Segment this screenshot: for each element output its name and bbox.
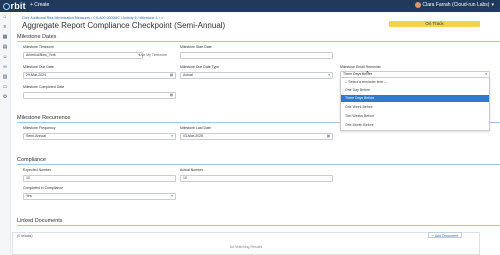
mouse-cursor-icon: ↖ [366,70,371,76]
start-date-label: Milestone Start Date [180,45,212,49]
calendar-icon[interactable]: ▦ [2,35,8,40]
reminder-option[interactable]: -- Select a reminder time -- [341,79,489,86]
email-reminder-dropdown: -- Select a reminder time -- One Day Bef… [340,77,490,131]
list-icon[interactable]: ≡ [2,25,8,30]
calendar-icon: ▦ [169,93,173,97]
start-date-input[interactable] [180,52,333,59]
empty-state: No Matching Results [229,245,263,249]
section-divider [17,41,500,42]
section-linked-documents: Linked Documents [17,218,63,224]
timezone-label: Milestone Timezone [23,45,55,49]
document-icon[interactable]: ▤ [2,45,8,50]
chevron-down-icon: ▾ [328,73,330,77]
app-logo[interactable]: rbit [3,1,26,11]
last-date-label: Milestone Last Date [180,126,211,130]
avatar [414,2,421,8]
user-name: Clara Farrah (Cloud-run Labs) [422,2,490,8]
logo-ring-icon [3,3,10,10]
actual-number-label: Actual Number [180,168,204,172]
completed-in-compliance-select[interactable]: Yes ▾ [23,193,176,200]
reminder-option[interactable]: Two Weeks Before [341,113,489,120]
completed-in-compliance-value: Yes [26,194,32,198]
due-date-type-label: Milestone Due Date Type [180,65,220,69]
timezone-select[interactable]: America/New_York ▾ [23,52,143,59]
completed-date-input[interactable]: ▦ [23,92,176,99]
settings-icon[interactable]: ⚙ [2,95,8,100]
top-bar: rbit + Create Clara Farrah (Cloud-run La… [0,0,500,12]
expected-number-input[interactable]: 10 [23,175,176,182]
chevron-down-icon: ▾ [171,134,173,138]
calendar-icon: ▦ [326,134,330,138]
completed-in-compliance-label: Completed in Compliance [23,186,64,190]
use-my-timezone-link[interactable]: Use My Timezone [139,53,167,57]
chevron-down-icon: ▾ [491,2,494,8]
people-icon[interactable]: ☺ [2,55,8,60]
section-divider [17,225,500,226]
home-icon[interactable]: ⌂ [2,15,8,20]
due-date-value: 29-Mar-2024 [26,73,47,77]
reminder-option-selected[interactable]: Three Days Before [341,95,489,102]
email-reminder-label: Milestone Email Reminder [340,65,381,69]
completed-date-label: Milestone Completed Date [23,85,65,89]
calendar-icon: ▦ [169,73,173,77]
timezone-value: America/New_York [26,53,56,57]
status-badge: On Track [389,21,480,27]
user-menu[interactable]: Clara Farrah (Cloud-run Labs) ▾ [414,2,494,8]
section-compliance: Compliance [17,157,47,163]
chevron-down-icon: ▾ [171,194,173,198]
section-milestone-recurrence: Milestone Recurrence [17,115,71,121]
link-icon[interactable]: ∞ [2,65,8,70]
main-content: Core Additional Risk Minimization Measur… [10,12,500,255]
add-document-button[interactable]: + Add Document [428,232,462,238]
expected-number-label: Expected Number [23,168,52,172]
logo-text: rbit [10,1,26,11]
last-date-value: 03-Mar-2026 [183,134,204,138]
frequency-select[interactable]: Semi-Annual ▾ [23,133,176,140]
section-milestone-dates: Milestone Dates [17,34,57,40]
section-divider [17,164,500,165]
due-date-label: Milestone Due Date [23,65,54,69]
documents-table: (0 results) No Matching Results [12,232,480,255]
create-button[interactable]: + Create [30,2,49,8]
results-count: (0 results) [17,234,33,238]
last-date-input[interactable]: 03-Mar-2026 ▦ [180,133,333,140]
frequency-label: Milestone Frequency [23,126,56,130]
chat-icon[interactable]: ▭ [2,85,8,90]
due-date-input[interactable]: 29-Mar-2024 ▦ [23,72,176,79]
frequency-value: Semi-Annual [26,134,47,138]
breadcrumb[interactable]: Core Additional Risk Minimization Measur… [22,16,163,20]
reminder-option[interactable]: One Day Before [341,87,489,94]
chart-icon[interactable]: ▥ [2,75,8,80]
due-date-type-value: Actual [183,73,193,77]
reminder-option[interactable]: One Week Before [341,104,489,111]
page-title: Aggregate Report Compliance Checkpoint (… [22,21,226,30]
due-date-type-select[interactable]: Actual ▾ [180,72,333,79]
actual-number-input[interactable]: 10 [180,175,333,182]
reminder-option[interactable]: One Month Before [341,122,489,129]
